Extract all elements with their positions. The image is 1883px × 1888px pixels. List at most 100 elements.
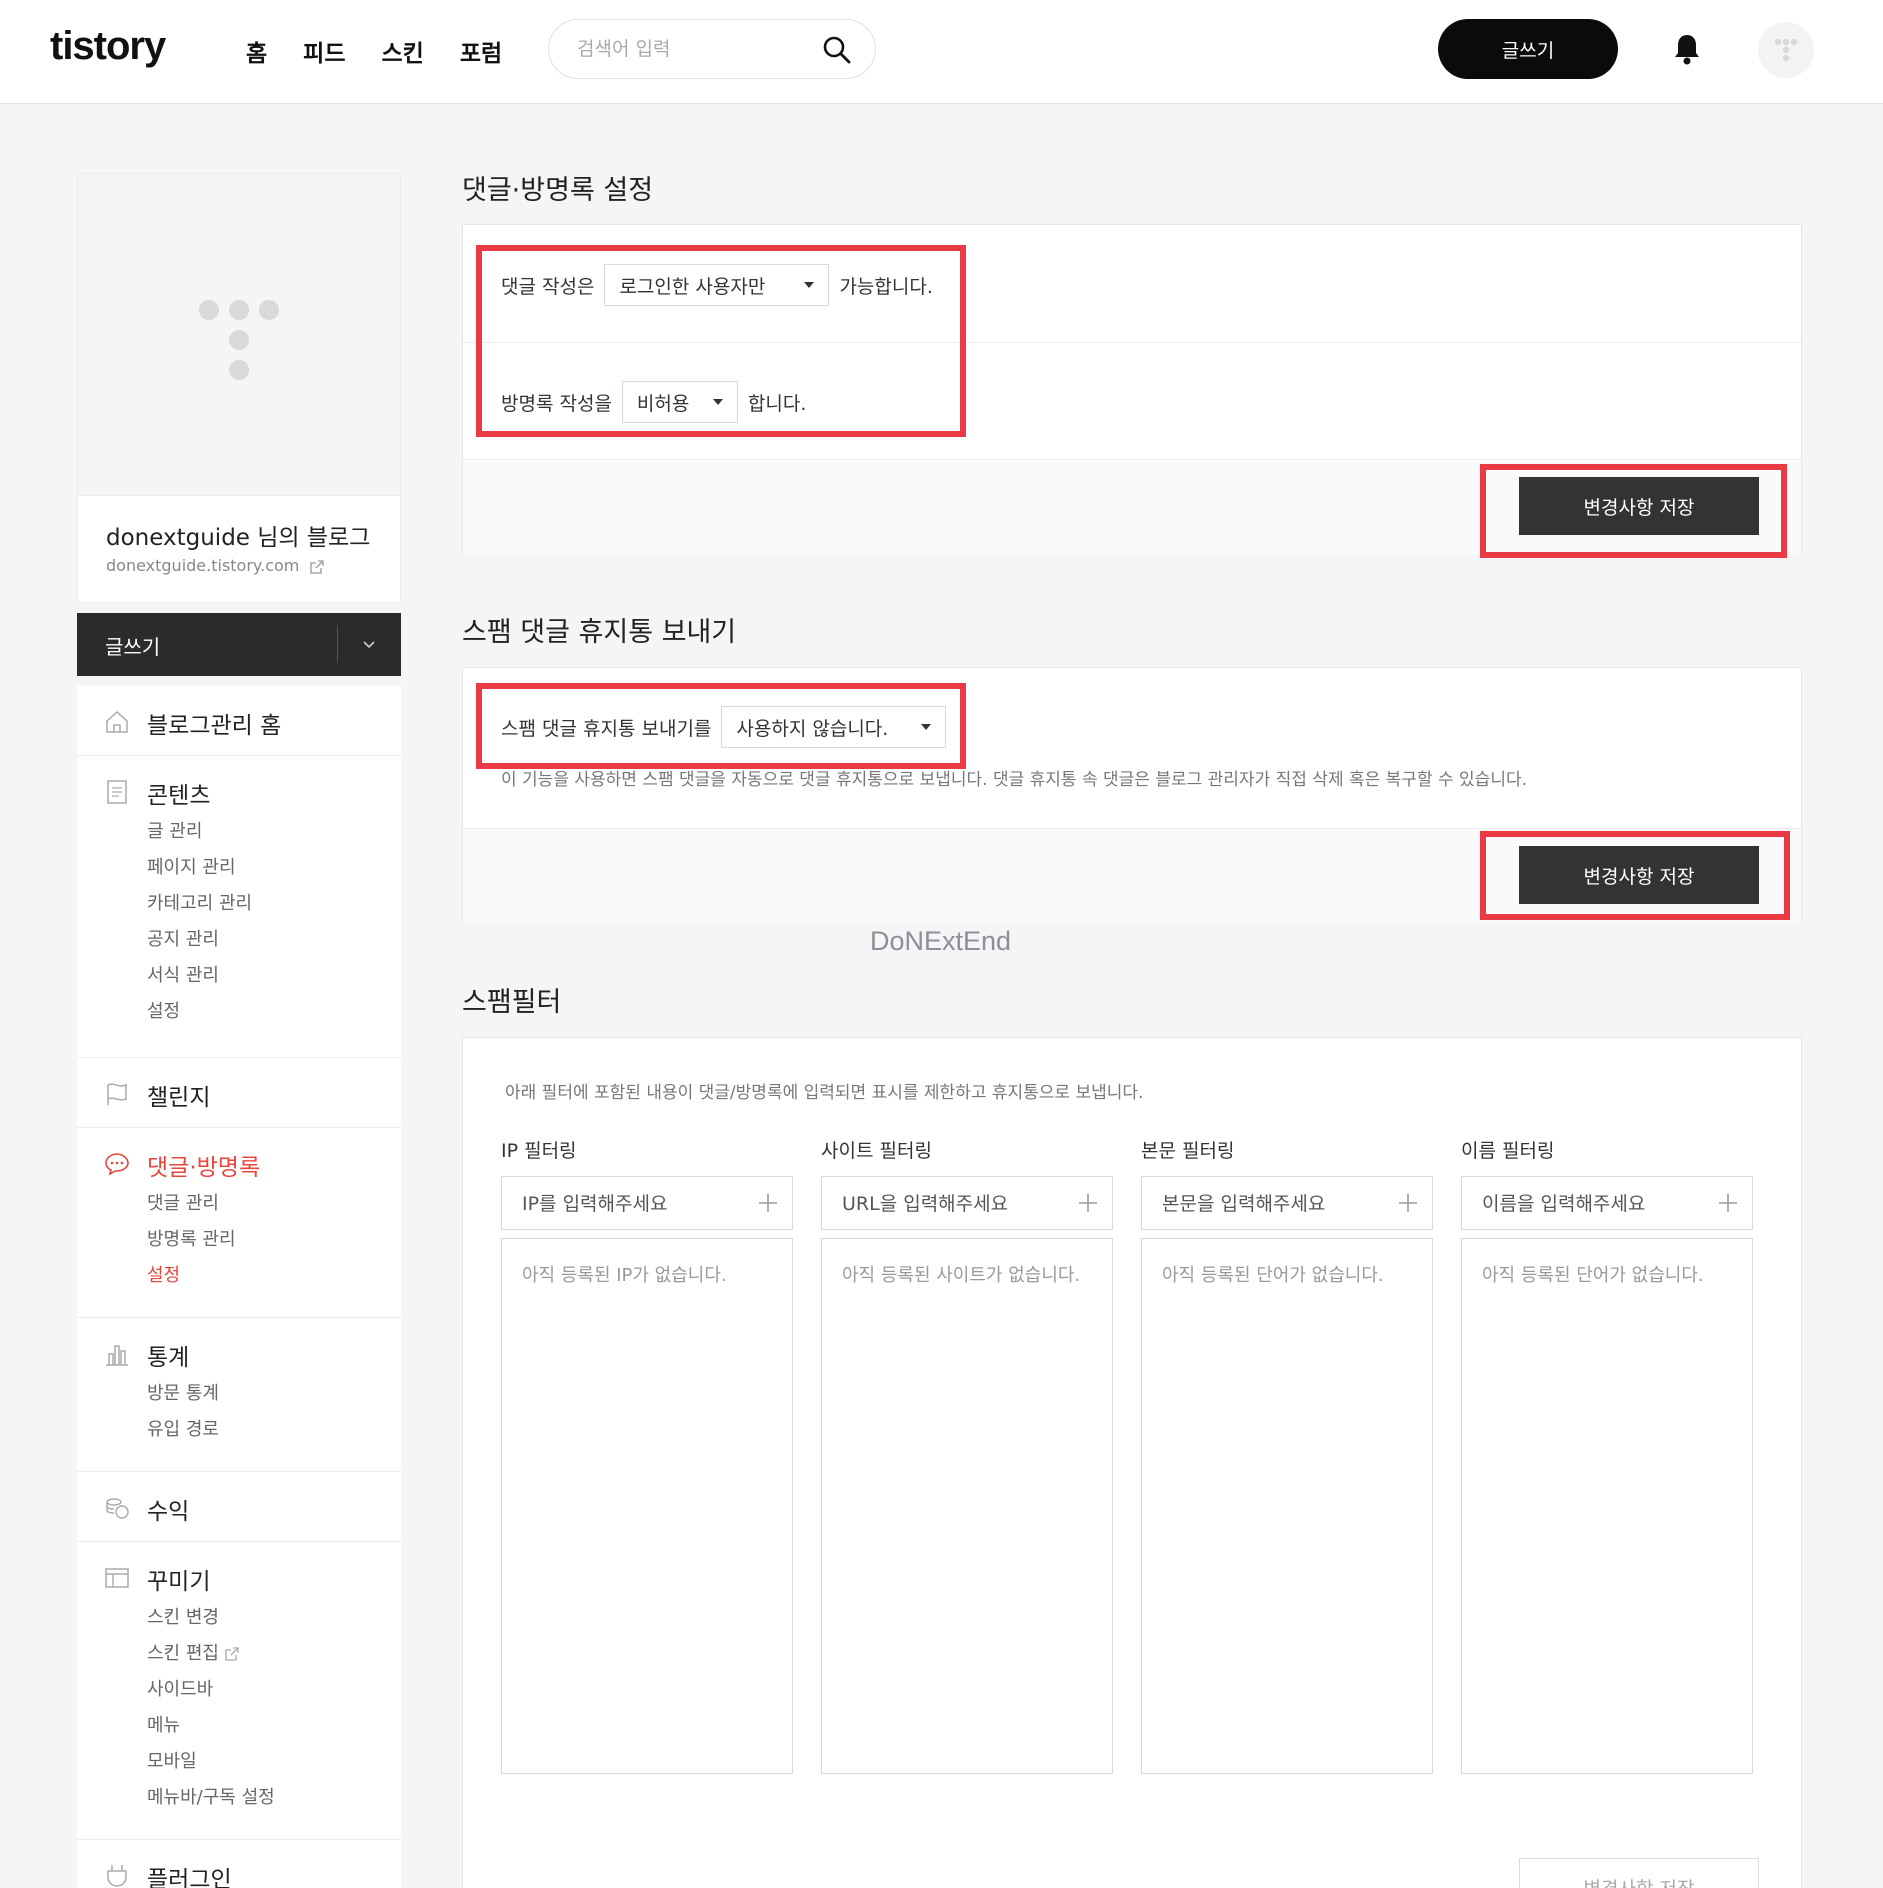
sidebar-item-label: 수익 [147, 1499, 190, 1525]
watermark-text: DoNExtEnd [870, 926, 1012, 956]
spam-trash-panel: 스팸 댓글 휴지통 보내기를 사용하지 않습니다. 이 기능을 사용하면 스팸 … [462, 667, 1802, 924]
submenu-content: 글 관리 페이지 관리 카테고리 관리 공지 관리 서식 관리 설정 [77, 814, 401, 1030]
save-spam-trash-button[interactable]: 변경사항 저장 [1519, 846, 1759, 904]
submenu-post-manage[interactable]: 글 관리 [147, 814, 401, 850]
sidebar-item-blog-home[interactable]: 블로그관리 홈 [77, 704, 401, 740]
sidebar-menu: 블로그관리 홈 콘텐츠 글 관리 페이지 관리 카테고리 관리 공지 관리 서식… [77, 686, 401, 1888]
comment-permission-suffix: 가능합니다. [839, 275, 933, 298]
comment-permission-value: 로그인한 사용자만 [619, 275, 766, 298]
nav-home[interactable]: 홈 [246, 34, 267, 68]
submenu-skin-edit[interactable]: 스킨 편집 [147, 1636, 401, 1672]
sidebar-item-label: 꾸미기 [147, 1569, 211, 1595]
save-spam-filter-button[interactable]: 변경사항 저장 [1519, 1858, 1759, 1888]
chart-icon [106, 1345, 128, 1366]
plus-icon[interactable] [1076, 1191, 1100, 1215]
submenu-referrer[interactable]: 유입 경로 [147, 1412, 401, 1448]
comment-permission-row: 댓글 작성은 로그인한 사용자만 가능합니다. [501, 264, 933, 306]
guestbook-permission-row: 방명록 작성을 비허용 합니다. [501, 381, 806, 423]
chevron-down-icon[interactable] [359, 635, 379, 655]
spam-filter-description: 아래 필터에 포함된 내용이 댓글/방명록에 입력되면 표시를 제한하고 휴지통… [505, 1083, 1144, 1103]
filter-input-wrap [1461, 1176, 1753, 1230]
sidebar-item-plugin[interactable]: 플러그인 [77, 1858, 401, 1888]
nav-forum[interactable]: 포럼 [460, 34, 502, 68]
submenu-sidebar[interactable]: 사이드바 [147, 1672, 401, 1708]
sidebar-item-challenge[interactable]: 챌린지 [77, 1076, 401, 1112]
site-filter-list: 아직 등록된 사이트가 없습니다. [821, 1238, 1113, 1774]
submenu-menubar-subscribe[interactable]: 메뉴바/구독 설정 [147, 1780, 401, 1816]
site-filter-input[interactable] [842, 1189, 1062, 1219]
avatar[interactable] [1758, 22, 1814, 78]
guestbook-permission-value: 비허용 [636, 392, 690, 415]
save-comment-settings-button[interactable]: 변경사항 저장 [1519, 477, 1759, 535]
search-input[interactable] [577, 33, 807, 65]
comment-settings-title: 댓글·방명록 설정 [462, 175, 654, 206]
submenu-comment-manage[interactable]: 댓글 관리 [147, 1186, 401, 1222]
home-icon [106, 710, 128, 733]
guestbook-permission-label: 방명록 작성을 [501, 392, 612, 415]
caret-down-icon [921, 724, 932, 730]
top-bar: tistory 홈 피드 스킨 포럼 글쓰기 [0, 0, 1883, 104]
submenu-notice-manage[interactable]: 공지 관리 [147, 922, 401, 958]
body-filter-input[interactable] [1162, 1189, 1382, 1219]
plus-icon[interactable] [1716, 1191, 1740, 1215]
sidebar-group-plugin: 플러그인 [77, 1840, 401, 1888]
submenu-visit-stats[interactable]: 방문 통계 [147, 1376, 401, 1412]
submenu-design: 스킨 변경 스킨 편집 사이드바 메뉴 모바일 메뉴바/구독 설정 [77, 1600, 401, 1816]
blog-url-link[interactable]: donextguide.tistory.com [106, 556, 325, 575]
submenu-skin-change[interactable]: 스킨 변경 [147, 1600, 401, 1636]
spam-trash-label: 스팸 댓글 휴지통 보내기를 [501, 717, 712, 740]
spam-filter-panel: 아래 필터에 포함된 내용이 댓글/방명록에 입력되면 표시를 제한하고 휴지통… [462, 1037, 1802, 1888]
coins-icon [106, 1498, 129, 1519]
ip-filter-input[interactable] [522, 1189, 742, 1219]
nav-skin[interactable]: 스킨 [382, 34, 424, 68]
blog-url: donextguide.tistory.com [106, 556, 300, 575]
sidebar-item-content[interactable]: 콘텐츠 [77, 774, 401, 810]
caret-down-icon [712, 399, 723, 405]
submenu-menu[interactable]: 메뉴 [147, 1708, 401, 1744]
submenu-comments: 댓글 관리 방명록 관리 설정 [77, 1186, 401, 1294]
submenu-skin-edit-label: 스킨 편집 [147, 1643, 219, 1664]
sidebar-item-label: 댓글·방명록 [147, 1155, 261, 1181]
sidebar-item-label: 콘텐츠 [147, 783, 211, 809]
submenu-guestbook-manage[interactable]: 방명록 관리 [147, 1222, 401, 1258]
submenu-content-settings[interactable]: 설정 [147, 994, 401, 1030]
spam-trash-row: 스팸 댓글 휴지통 보내기를 사용하지 않습니다. [501, 706, 956, 748]
guestbook-permission-suffix: 합니다. [747, 392, 807, 415]
ip-filter-list: 아직 등록된 IP가 없습니다. [501, 1238, 793, 1774]
name-filter-list: 아직 등록된 단어가 없습니다. [1461, 1238, 1753, 1774]
nav-feed[interactable]: 피드 [303, 34, 345, 68]
sidebar-item-comments[interactable]: 댓글·방명록 [77, 1146, 401, 1182]
filter-label: 본문 필터링 [1141, 1140, 1235, 1162]
submenu-page-manage[interactable]: 페이지 관리 [147, 850, 401, 886]
submenu-comment-settings[interactable]: 설정 [147, 1258, 401, 1294]
external-link-icon [225, 1647, 239, 1661]
filter-name: 이름 필터링 아직 등록된 단어가 없습니다. [1461, 1136, 1753, 1774]
submenu-category-manage[interactable]: 카테고리 관리 [147, 886, 401, 922]
blog-name[interactable]: donextguide 님의 블로그 [106, 518, 370, 552]
name-filter-input[interactable] [1482, 1189, 1702, 1219]
sidebar-item-stats[interactable]: 통계 [77, 1336, 401, 1372]
body-filter-list: 아직 등록된 단어가 없습니다. [1141, 1238, 1433, 1774]
filter-label: IP 필터링 [501, 1140, 577, 1162]
submenu-mobile[interactable]: 모바일 [147, 1744, 401, 1780]
sidebar-item-revenue[interactable]: 수익 [77, 1490, 401, 1526]
write-button[interactable]: 글쓰기 [1438, 19, 1618, 79]
bell-icon[interactable] [1672, 32, 1702, 66]
filter-input-wrap [821, 1176, 1113, 1230]
sidebar-group-challenge: 챌린지 [77, 1058, 401, 1128]
sidebar-item-design[interactable]: 꾸미기 [77, 1560, 401, 1596]
tistory-logo[interactable]: tistory [50, 24, 166, 69]
spam-trash-select[interactable]: 사용하지 않습니다. [721, 706, 947, 748]
sidebar-group-home: 블로그관리 홈 [77, 686, 401, 756]
filter-body: 본문 필터링 아직 등록된 단어가 없습니다. [1141, 1136, 1433, 1774]
layout-icon [105, 1568, 129, 1588]
plus-icon[interactable] [756, 1191, 780, 1215]
sidebar-group-comments: 댓글·방명록 댓글 관리 방명록 관리 설정 [77, 1128, 401, 1318]
spam-trash-value: 사용하지 않습니다. [736, 717, 889, 740]
sidebar-write-button[interactable]: 글쓰기 [77, 613, 401, 676]
guestbook-permission-select[interactable]: 비허용 [621, 381, 738, 423]
submenu-template-manage[interactable]: 서식 관리 [147, 958, 401, 994]
comment-permission-select[interactable]: 로그인한 사용자만 [604, 264, 830, 306]
plus-icon[interactable] [1396, 1191, 1420, 1215]
search-icon[interactable] [821, 34, 853, 66]
